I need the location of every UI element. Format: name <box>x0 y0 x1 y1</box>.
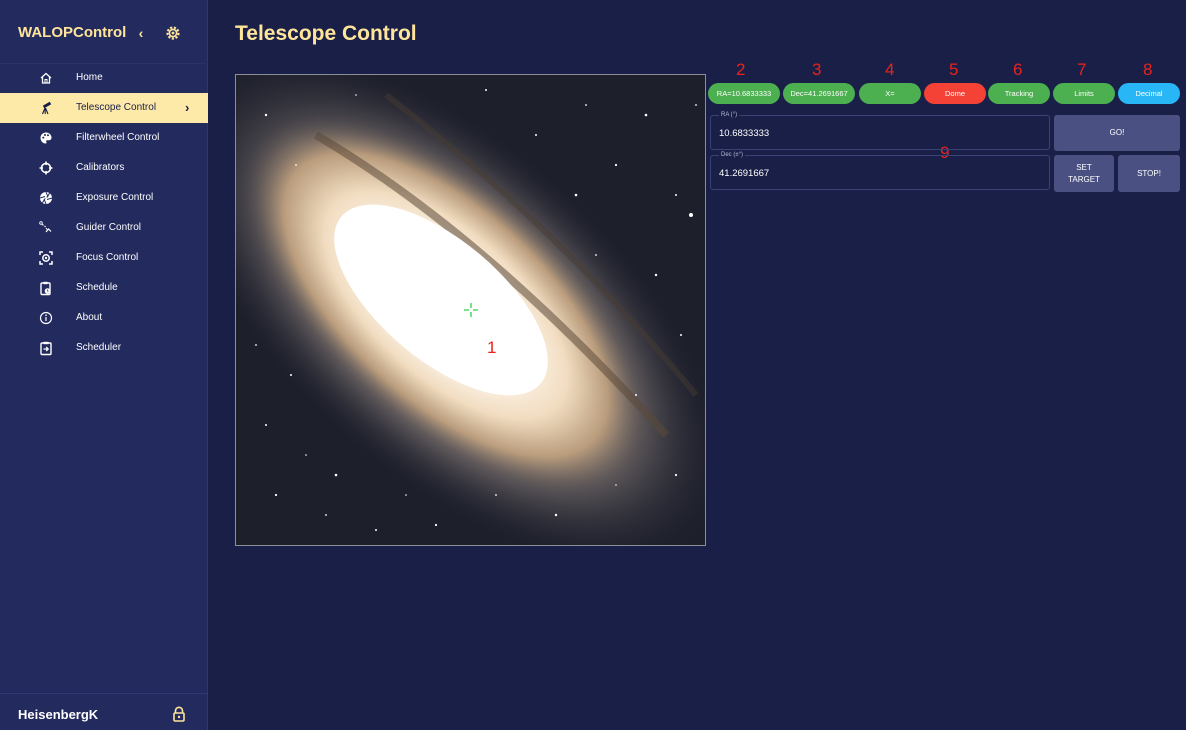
stop-button[interactable]: STOP! <box>1118 155 1180 192</box>
sidebar-item-filterwheel-control[interactable]: Filterwheel Control <box>0 123 208 153</box>
sidebar-item-exposure-control[interactable]: Exposure Control <box>0 183 208 213</box>
page-title: Telescope Control <box>235 22 417 45</box>
ra-field-label: RA (°) <box>719 112 740 118</box>
sidebar-item-calibrators[interactable]: Calibrators <box>0 153 208 183</box>
status-pill-ra[interactable]: RA=10.6833333 <box>708 83 780 104</box>
status-pill-decimal[interactable]: Decimal <box>1118 83 1180 104</box>
crosshair-icon <box>38 160 54 176</box>
home-icon <box>38 70 54 86</box>
status-pill-limits[interactable]: Limits <box>1053 83 1115 104</box>
sidebar-item-focus-control[interactable]: Focus Control <box>0 243 208 273</box>
annotation-label: 1 <box>487 338 497 357</box>
sidebar-item-home[interactable]: Home <box>0 63 208 93</box>
status-pill-dome[interactable]: Dome <box>924 83 986 104</box>
status-pill-x[interactable]: X= <box>859 83 921 104</box>
set-target-button[interactable]: SET TARGET <box>1054 155 1114 192</box>
guider-icon <box>38 220 54 236</box>
sidebar-item-guider-control[interactable]: Guider Control <box>0 213 208 243</box>
annotation-label: 6 <box>1013 60 1023 79</box>
telescope-icon <box>38 100 54 116</box>
annotation-label: 5 <box>949 60 959 79</box>
sidebar-item-label: Home <box>76 72 103 83</box>
sidebar-item-label: Filterwheel Control <box>76 132 160 143</box>
palette-icon <box>38 130 54 146</box>
sidebar-item-telescope-control[interactable]: Telescope Control › <box>0 93 208 123</box>
sidebar-footer: HeisenbergK <box>0 693 208 730</box>
sidebar-item-label: Calibrators <box>76 162 125 173</box>
lock-icon[interactable] <box>172 706 186 722</box>
ra-input[interactable] <box>719 125 1039 141</box>
sidebar-item-label: Telescope Control <box>76 102 157 113</box>
sidebar-item-label: Scheduler <box>76 342 122 353</box>
status-pill-dec[interactable]: Dec=41.2691667 <box>783 83 855 104</box>
clipboard-clock-icon <box>38 280 54 296</box>
sidebar-item-label: About <box>76 312 103 323</box>
annotation-label: 4 <box>885 60 895 79</box>
chevron-right-icon: › <box>185 100 190 115</box>
focus-icon <box>38 250 54 266</box>
sidebar-item-label: Schedule <box>76 282 118 293</box>
sidebar-nav: Home Telescope Control › Filterwheel Con… <box>0 63 208 363</box>
collapse-sidebar-button[interactable]: ‹ <box>134 25 148 41</box>
sidebar: WALOPControl ‹ Home Telescope Control › <box>0 0 208 730</box>
sidebar-item-scheduler[interactable]: Scheduler <box>0 333 208 363</box>
clipboard-arrow-icon <box>38 340 54 356</box>
dec-input[interactable] <box>719 165 1039 181</box>
sidebar-header: WALOPControl ‹ <box>0 0 208 64</box>
target-crosshair-icon <box>464 303 478 317</box>
user-name: HeisenbergK <box>18 707 99 722</box>
go-button[interactable]: GO! <box>1054 115 1180 151</box>
aperture-icon <box>38 190 54 206</box>
info-icon <box>38 310 54 326</box>
sidebar-item-label: Exposure Control <box>76 192 154 203</box>
annotation-label: 8 <box>1143 60 1153 79</box>
annotation-label: 2 <box>736 60 746 79</box>
dec-field-label: Dec (±°) <box>719 152 746 158</box>
sidebar-item-about[interactable]: About <box>0 303 208 333</box>
sidebar-item-label: Focus Control <box>76 252 139 263</box>
sidebar-item-schedule[interactable]: Schedule <box>0 273 208 303</box>
annotation-label: 3 <box>812 60 822 79</box>
status-pill-tracking[interactable]: Tracking <box>988 83 1050 104</box>
sidebar-item-label: Guider Control <box>76 222 142 233</box>
ra-field[interactable]: RA (°) <box>710 112 1050 150</box>
annotation-label: 7 <box>1077 60 1087 79</box>
dec-field[interactable]: Dec (±°) <box>710 152 1050 190</box>
gear-icon[interactable] <box>164 24 182 42</box>
app-title: WALOPControl <box>18 24 127 41</box>
